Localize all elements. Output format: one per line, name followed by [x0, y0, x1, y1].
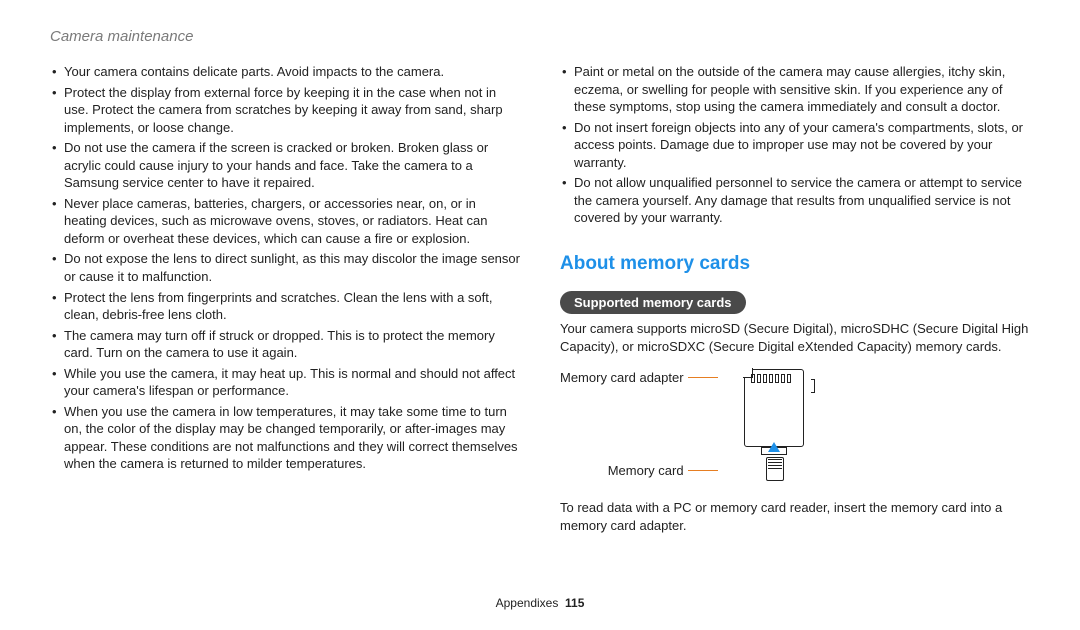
list-item: Paint or metal on the outside of the cam…: [560, 63, 1030, 116]
list-item: Never place cameras, batteries, chargers…: [50, 195, 520, 248]
list-item: Do not allow unqualified personnel to se…: [560, 174, 1030, 227]
sd-contacts-icon: [751, 374, 791, 383]
right-bullet-list: Paint or metal on the outside of the cam…: [560, 63, 1030, 227]
list-item: While you use the camera, it may heat up…: [50, 365, 520, 400]
left-bullet-list: Your camera contains delicate parts. Avo…: [50, 63, 520, 473]
card-label-row: Memory card: [608, 462, 718, 480]
list-item: Do not insert foreign objects into any o…: [560, 119, 1030, 172]
card-label: Memory card: [608, 462, 684, 480]
right-column: Paint or metal on the outside of the cam…: [560, 63, 1030, 590]
memory-card-diagram: [724, 369, 814, 489]
insert-arrow-icon: [768, 442, 780, 452]
diagram-row: Memory card adapter Memory card: [560, 369, 1030, 489]
left-column: Your camera contains delicate parts. Avo…: [50, 63, 520, 590]
adapter-label-row: Memory card adapter: [560, 369, 718, 387]
page-header: Camera maintenance: [50, 28, 1030, 45]
supported-text: Your camera supports microSD (Secure Dig…: [560, 320, 1030, 355]
footer-page-number: 115: [565, 596, 584, 610]
section-heading: About memory cards: [560, 251, 1030, 277]
diagram-labels: Memory card adapter Memory card: [560, 369, 724, 479]
list-item: Do not use the camera if the screen is c…: [50, 139, 520, 192]
page: Camera maintenance Your camera contains …: [0, 0, 1080, 630]
page-footer: Appendixes 115: [50, 590, 1030, 610]
adapter-label: Memory card adapter: [560, 369, 684, 387]
list-item: Your camera contains delicate parts. Avo…: [50, 63, 520, 81]
list-item: Do not expose the lens to direct sunligh…: [50, 250, 520, 285]
list-item: The camera may turn off if struck or dro…: [50, 327, 520, 362]
footer-section: Appendixes: [496, 596, 559, 610]
supported-pill: Supported memory cards: [560, 291, 746, 315]
list-item: Protect the lens from fingerprints and s…: [50, 289, 520, 324]
microsd-stripes-icon: [768, 459, 782, 469]
columns: Your camera contains delicate parts. Avo…: [50, 63, 1030, 590]
sd-lock-tab-icon: [811, 379, 815, 393]
connector-line: [688, 470, 718, 471]
list-item: When you use the camera in low temperatu…: [50, 403, 520, 473]
connector-line: [688, 377, 718, 378]
diagram-footer-text: To read data with a PC or memory card re…: [560, 499, 1030, 534]
list-item: Protect the display from external force …: [50, 84, 520, 137]
